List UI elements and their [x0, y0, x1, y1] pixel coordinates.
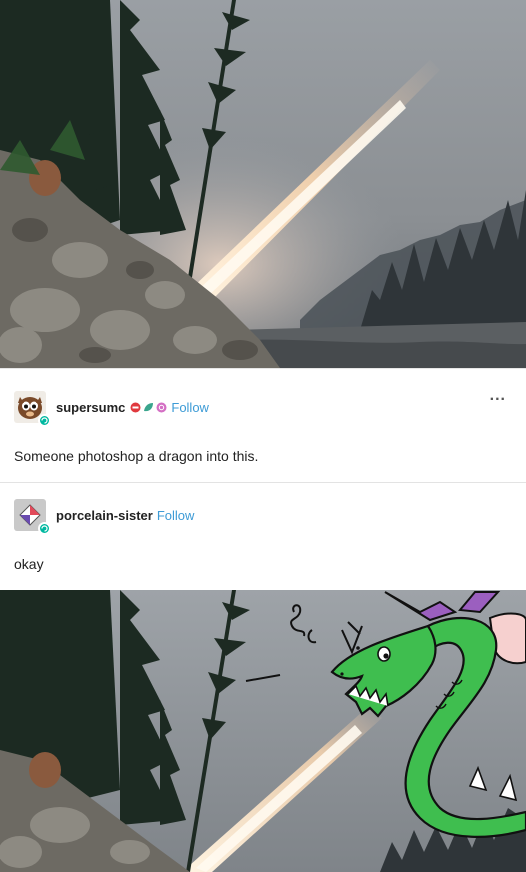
avatar[interactable] — [14, 499, 51, 535]
avatar-badge-icon — [38, 522, 51, 535]
follow-button[interactable]: Follow — [157, 508, 195, 523]
leaf-badge-icon — [144, 402, 154, 411]
username[interactable]: supersumc — [56, 400, 125, 415]
post-header: supersumc Follow — [14, 391, 209, 427]
post-body: Someone photoshop a dragon into this. — [14, 448, 259, 464]
edited-photo-with-dragon — [0, 590, 526, 872]
post-header: porcelain-sister Follow — [14, 499, 195, 535]
avatar[interactable] — [14, 391, 51, 427]
post-body: okay — [14, 556, 44, 572]
avatar-badge-icon — [38, 414, 51, 427]
follow-button[interactable]: Follow — [171, 400, 209, 415]
swirl-badge-icon — [156, 402, 167, 412]
post-supersumc: supersumc Follow ... Someone photoshop a… — [0, 368, 526, 482]
blog-badge-icons[interactable] — [130, 402, 167, 413]
original-photo — [0, 0, 526, 368]
post-porcelain-sister: porcelain-sister Follow okay — [0, 482, 526, 590]
more-icon[interactable]: ... — [490, 388, 506, 404]
username[interactable]: porcelain-sister — [56, 508, 153, 523]
heart-badge-icon — [130, 402, 141, 412]
